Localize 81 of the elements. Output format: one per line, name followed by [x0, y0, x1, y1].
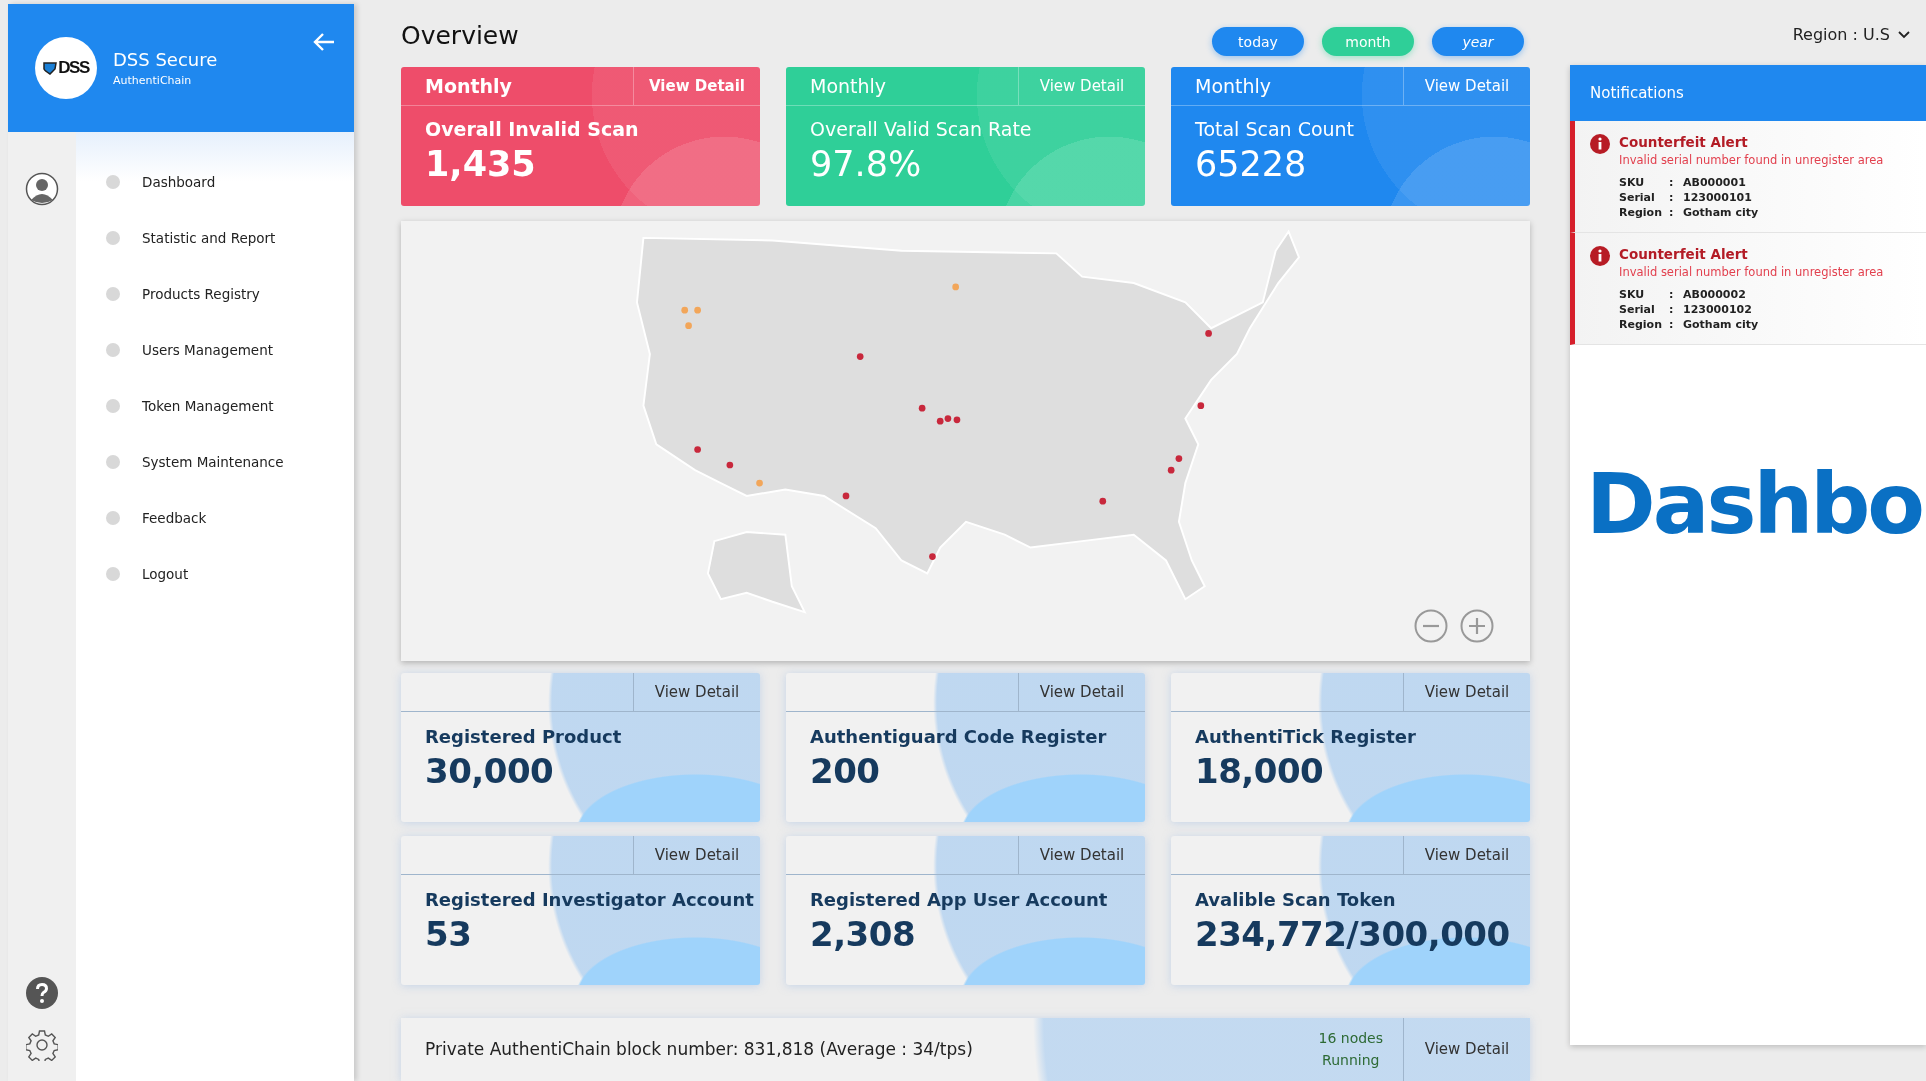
node-count: 16 nodes — [1318, 1030, 1383, 1047]
view-detail-link[interactable]: View Detail — [633, 835, 760, 874]
view-detail-link[interactable]: View Detail — [1403, 672, 1530, 711]
alert-title: Counterfeit Alert — [1619, 246, 1749, 262]
stat-title: Overall Invalid Scan — [424, 117, 640, 141]
field-value: 123000102 — [1683, 302, 1753, 317]
back-arrow-icon[interactable] — [312, 32, 336, 52]
stat-value: 97.8% — [809, 143, 923, 185]
field-value: Gotham city — [1683, 317, 1760, 332]
field-separator: : — [1669, 205, 1675, 220]
field-separator: : — [1669, 317, 1675, 332]
chevron-down-icon — [1898, 30, 1910, 39]
period-filter-button[interactable]: today — [1212, 27, 1304, 57]
card-value: 30,000 — [424, 749, 555, 791]
period-label: Monthly — [1194, 74, 1272, 100]
card-value: 200 — [809, 749, 881, 791]
alert-message: Invalid serial number found in unregister area — [1619, 153, 1884, 167]
alert-title: Counterfeit Alert — [1619, 134, 1749, 150]
zoom-out-icon[interactable] — [1414, 608, 1448, 643]
zoom-in-icon[interactable] — [1460, 608, 1494, 643]
field-label: SKU — [1619, 175, 1646, 190]
card-title: AuthentiTick Register — [1194, 724, 1417, 747]
logo-icon: DSS — [35, 37, 97, 99]
view-detail-link[interactable]: View Detail — [1403, 835, 1530, 874]
field-label: Region — [1619, 205, 1663, 220]
period-label: Monthly — [424, 74, 512, 100]
stat-value: 65228 — [1194, 143, 1308, 185]
field-label: Region — [1619, 317, 1663, 332]
field-label: Serial — [1619, 190, 1656, 205]
view-detail-link[interactable]: View Detail — [1403, 1017, 1530, 1081]
field-separator: : — [1669, 190, 1675, 205]
block-number-text: Private AuthentiChain block number: 831,818 (Average : 34/tps) — [424, 1039, 974, 1060]
brand-subtitle: AuthentiChain — [113, 74, 193, 87]
card-value: 234,772/300,000 — [1194, 912, 1511, 954]
brand-title: DSS Secure — [113, 49, 218, 70]
region-dropdown[interactable]: Region : U.S — [1570, 4, 1926, 65]
page-title: Overview — [401, 21, 519, 51]
card-value: 18,000 — [1194, 749, 1325, 791]
sidebar-item[interactable]: Users Management — [76, 322, 354, 378]
field-label: Serial — [1619, 302, 1656, 317]
user-avatar-icon[interactable] — [25, 172, 59, 206]
node-status: Running — [1322, 1052, 1380, 1069]
settings-icon[interactable] — [26, 1029, 58, 1061]
sidebar-item[interactable]: Logout — [76, 546, 354, 602]
period-label: Monthly — [809, 74, 887, 100]
notification-item[interactable]: Counterfeit Alert Invalid serial number found in unregister area SKU : AB000001 Serial : 123000101 Region : Gotham city — [1570, 121, 1926, 233]
slide-heading: Dashbo — [1586, 455, 1923, 553]
field-separator: : — [1669, 302, 1675, 317]
stat-value: 1,435 — [424, 143, 537, 185]
sidebar-item[interactable]: Token Management — [76, 378, 354, 434]
stat-title: Overall Valid Scan Rate — [809, 117, 1033, 141]
card-title: Registered Product — [424, 724, 623, 747]
notification-item[interactable]: Counterfeit Alert Invalid serial number found in unregister area SKU : AB000002 Serial : 123000102 Region : Gotham city — [1570, 233, 1926, 345]
field-label: SKU — [1619, 287, 1646, 302]
sidebar-item[interactable]: Feedback — [76, 490, 354, 546]
panel-title: Notifications — [1590, 84, 1684, 102]
field-value: AB000002 — [1683, 287, 1747, 302]
view-detail-link[interactable]: View Detail — [1018, 835, 1145, 874]
card-value: 2,308 — [809, 912, 917, 954]
field-separator: : — [1669, 287, 1675, 302]
stat-title: Total Scan Count — [1194, 117, 1356, 141]
field-separator: : — [1669, 175, 1675, 190]
view-detail-link[interactable]: View Detail — [1018, 672, 1145, 711]
info-icon — [1590, 246, 1610, 266]
card-title: Registered Investigator Account — [424, 887, 755, 910]
card-title: Authentiguard Code Register — [809, 724, 1108, 747]
sidebar-item[interactable]: Dashboard — [76, 154, 354, 210]
field-value: Gotham city — [1683, 205, 1760, 220]
card-title: Registered App User Account — [809, 887, 1109, 910]
sidebar-item[interactable]: System Maintenance — [76, 434, 354, 490]
sidebar-item[interactable]: Products Registry — [76, 266, 354, 322]
card-value: 53 — [424, 912, 473, 954]
field-value: 123000101 — [1683, 190, 1753, 205]
field-value: AB000001 — [1683, 175, 1747, 190]
help-icon[interactable] — [26, 977, 58, 1009]
info-icon — [1590, 134, 1610, 154]
view-detail-link[interactable]: View Detail — [633, 672, 760, 711]
period-filter-button[interactable]: year — [1432, 27, 1524, 57]
card-title: Avalible Scan Token — [1194, 887, 1397, 910]
alert-message: Invalid serial number found in unregister area — [1619, 265, 1884, 279]
sidebar-item[interactable]: Statistic and Report — [76, 210, 354, 266]
